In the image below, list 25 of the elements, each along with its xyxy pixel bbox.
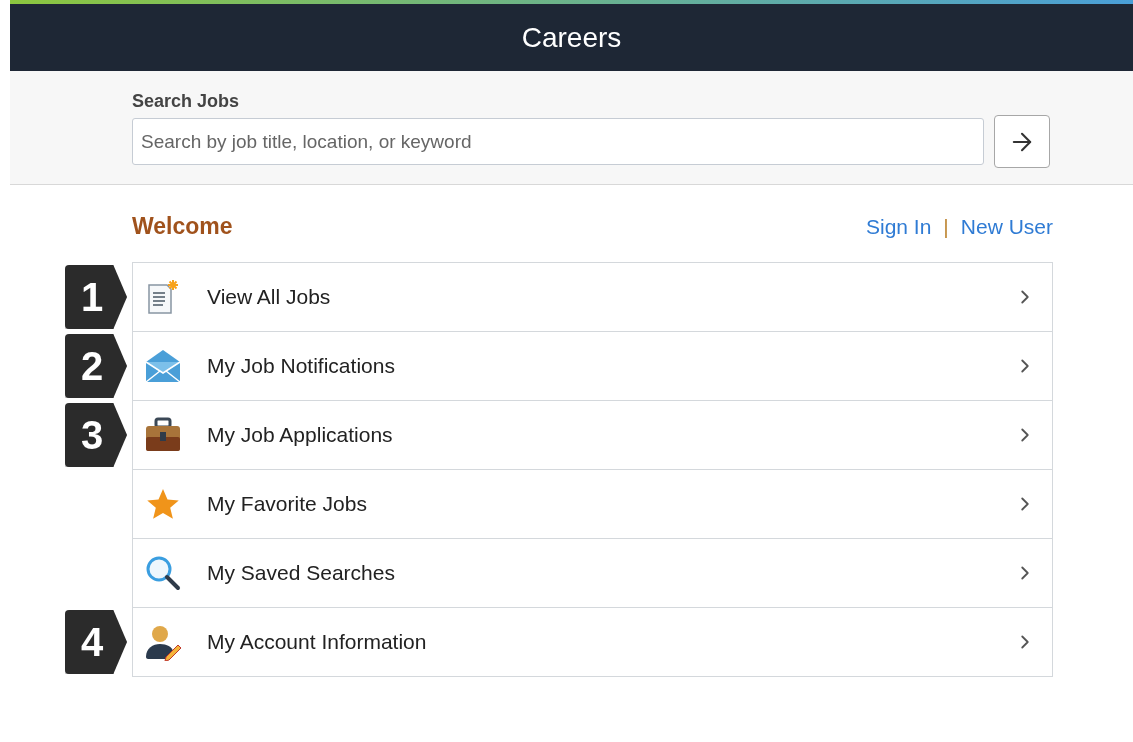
menu-item-label: My Favorite Jobs [207,492,368,516]
menu-item-label: My Job Applications [207,423,394,447]
menu-item[interactable]: My Saved Searches [133,538,1052,607]
step-callout: 4 [65,610,127,674]
page-title: Careers [521,21,622,54]
link-separator: | [943,214,949,239]
welcome-heading: Welcome [132,213,233,240]
step-callout: 2 [65,334,127,398]
step-callout: 3 [65,403,127,467]
envelope-icon [144,348,182,384]
document-icon [146,279,180,315]
search-field[interactable]: Search by job title, location, or keyword [132,118,984,165]
search-label: Search Jobs [132,91,241,112]
person-edit-icon [144,623,182,661]
account-link[interactable]: Sign In [865,214,932,239]
briefcase-icon [144,417,182,453]
menu-item-label: My Account Information [207,630,428,654]
menu-item-label: My Saved Searches [207,561,396,585]
menu-item-label: My Job Notifications [207,354,396,378]
step-callout: 1 [65,265,127,329]
menu-item[interactable]: My Favorite Jobs [133,469,1052,538]
account-link[interactable]: New User [960,214,1053,239]
search-icon [144,554,182,592]
search-button[interactable] [994,115,1050,168]
menu-item-label: View All Jobs [207,285,332,309]
